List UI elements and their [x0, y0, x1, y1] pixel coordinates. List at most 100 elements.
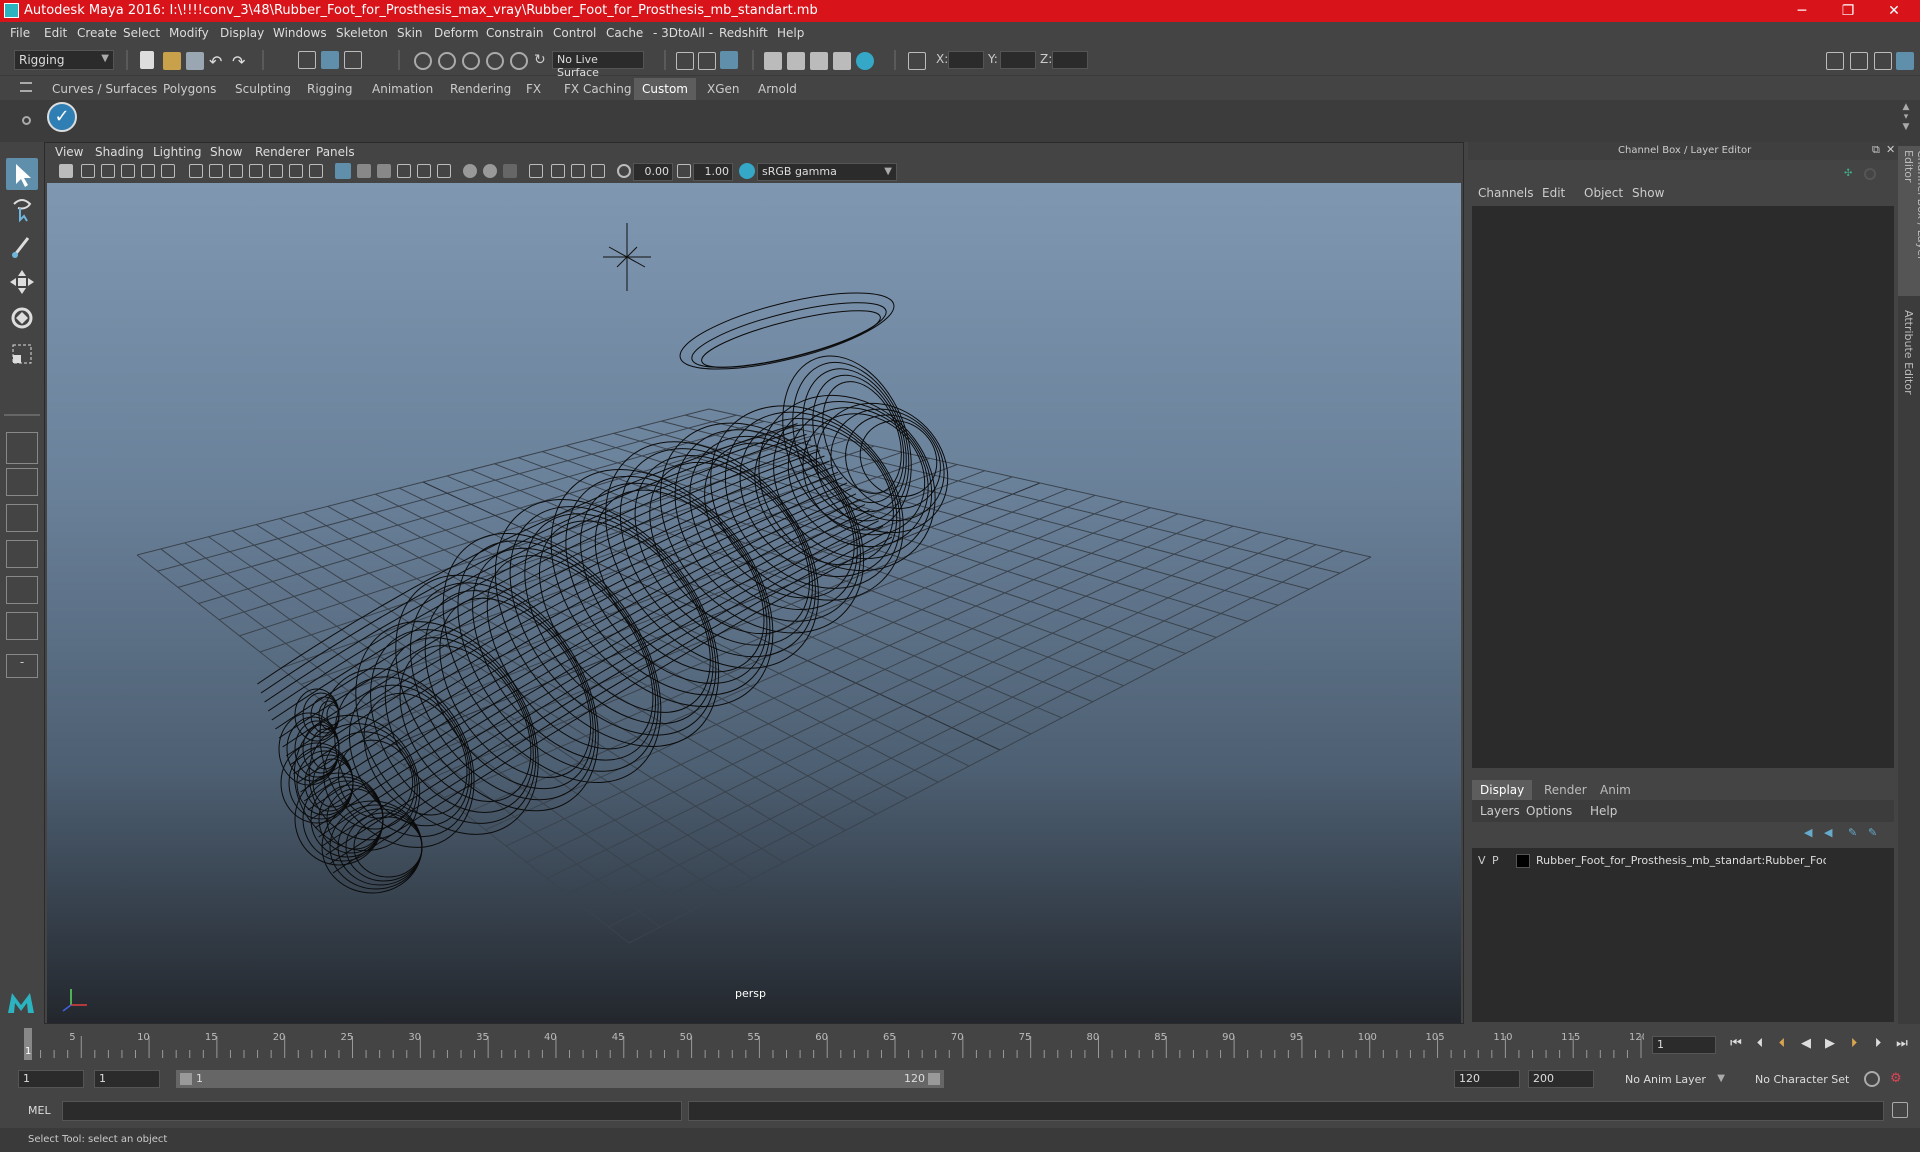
- ipr-render-icon[interactable]: [810, 52, 828, 70]
- move-layer-up-icon[interactable]: ◀: [1804, 826, 1818, 840]
- anti-aliasing-icon[interactable]: [503, 164, 517, 178]
- x-field[interactable]: [948, 51, 984, 69]
- character-set-dropdown[interactable]: No Character Set: [1750, 1070, 1868, 1090]
- construction-history-icon[interactable]: [720, 51, 738, 69]
- tab-anim[interactable]: Anim: [1592, 780, 1639, 800]
- menu-control[interactable]: Control: [553, 26, 596, 40]
- isolate-select-icon[interactable]: [529, 164, 543, 178]
- current-frame-field[interactable]: 1: [1652, 1036, 1716, 1054]
- view-transform-dropdown[interactable]: sRGB gamma ▼: [757, 163, 897, 181]
- menu-object[interactable]: Object: [1584, 186, 1623, 200]
- go-to-end-icon[interactable]: ⏭: [1892, 1036, 1912, 1056]
- anim-layer-dropdown[interactable]: No Anim Layer ▼: [1620, 1070, 1730, 1090]
- redo-icon[interactable]: ↷: [232, 52, 250, 71]
- shelf-scroll-arrows-icon[interactable]: ▲ ▾ ▼: [1900, 102, 1912, 136]
- shelf-tab-fx[interactable]: FX: [518, 78, 549, 100]
- single-perspective-layout-icon[interactable]: [6, 432, 38, 464]
- move-layer-down-icon[interactable]: ◀: [1824, 826, 1838, 840]
- safe-action-icon[interactable]: [289, 164, 303, 178]
- xray-components-icon[interactable]: [591, 164, 605, 178]
- wireframe-icon[interactable]: [335, 163, 351, 179]
- step-back-key-icon[interactable]: ⏴: [1772, 1036, 1792, 1056]
- modeling-toolkit-icon[interactable]: [1826, 52, 1844, 70]
- z-field[interactable]: [1052, 51, 1088, 69]
- new-scene-icon[interactable]: [140, 51, 154, 69]
- tool-settings-toggle-icon[interactable]: [1874, 52, 1892, 70]
- snap-to-curve-icon[interactable]: [438, 52, 456, 70]
- tab-render[interactable]: Render: [1536, 780, 1595, 800]
- shelf-tab-curves-surfaces[interactable]: Curves / Surfaces: [44, 78, 165, 100]
- menu-set-dropdown[interactable]: Rigging ▼: [14, 50, 114, 70]
- layer-visibility-toggle[interactable]: V: [1478, 854, 1486, 867]
- shelf-tab-sculpting[interactable]: Sculpting: [227, 78, 299, 100]
- snap-to-point-icon[interactable]: [462, 52, 480, 70]
- channel-box-toggle-icon[interactable]: [1896, 52, 1914, 70]
- hypershade-icon[interactable]: [856, 52, 874, 70]
- panel-menu-view[interactable]: View: [55, 145, 83, 159]
- layer-color-swatch[interactable]: [1516, 854, 1530, 868]
- render-settings-icon[interactable]: [833, 52, 851, 70]
- menu-skin[interactable]: Skin: [397, 26, 423, 40]
- layer-playback-toggle[interactable]: P: [1492, 854, 1499, 867]
- resolution-gate-icon[interactable]: [229, 164, 243, 178]
- snap-to-grid-icon[interactable]: [414, 52, 432, 70]
- float-panel-icon[interactable]: ⧉: [1872, 143, 1880, 157]
- menu-channels[interactable]: Channels: [1478, 186, 1534, 200]
- menu-edit[interactable]: Edit: [44, 26, 67, 40]
- y-field[interactable]: [1000, 51, 1036, 69]
- go-to-start-icon[interactable]: ⏮: [1726, 1036, 1746, 1056]
- shelf-tab-xgen[interactable]: XGen: [699, 78, 748, 100]
- screen-space-ao-icon[interactable]: [463, 164, 477, 178]
- persp-graph-layout-icon[interactable]: [6, 540, 38, 568]
- exposure-field[interactable]: 0.00: [633, 163, 673, 181]
- menu-show[interactable]: Show: [1632, 186, 1664, 200]
- render-view-icon[interactable]: [764, 52, 782, 70]
- checkmark-icon[interactable]: ✓: [47, 102, 77, 132]
- menu-select[interactable]: Select: [123, 26, 160, 40]
- undo-icon[interactable]: ↶: [209, 52, 227, 71]
- panel-menu-panels[interactable]: Panels: [316, 145, 355, 159]
- field-chart-icon[interactable]: [269, 164, 283, 178]
- menu-3dtoall[interactable]: - 3DtoAll -: [653, 26, 713, 40]
- menu-cache[interactable]: Cache: [606, 26, 643, 40]
- shelf-tab-polygons[interactable]: Polygons: [155, 78, 224, 100]
- render-frame-icon[interactable]: [787, 52, 805, 70]
- shelf-tab-rigging[interactable]: Rigging: [299, 78, 360, 100]
- animation-preferences-icon[interactable]: ⚙: [1890, 1071, 1906, 1087]
- xray-icon[interactable]: [551, 164, 565, 178]
- menu-help[interactable]: Help: [777, 26, 804, 40]
- menu-file[interactable]: File: [10, 26, 30, 40]
- menu-create[interactable]: Create: [77, 26, 117, 40]
- exposure-icon[interactable]: [617, 164, 631, 178]
- maximize-button[interactable]: ❐: [1826, 0, 1870, 22]
- step-back-frame-icon[interactable]: ⏴: [1750, 1036, 1770, 1056]
- menu-options[interactable]: Options: [1526, 804, 1572, 818]
- shelf-settings-icon[interactable]: [22, 116, 31, 125]
- axis-orientation-icon[interactable]: ✣: [1844, 168, 1858, 182]
- lasso-tool-icon[interactable]: [6, 194, 38, 226]
- tab-display[interactable]: Display: [1472, 780, 1533, 800]
- new-layer-from-selected-icon[interactable]: ✎: [1868, 826, 1882, 840]
- snap-to-view-plane-icon[interactable]: [486, 52, 504, 70]
- outliner-persp-layout-icon[interactable]: [6, 612, 38, 640]
- close-button[interactable]: ✕: [1872, 0, 1916, 22]
- menu-modify[interactable]: Modify: [169, 26, 209, 40]
- persp-outliner-layout-icon[interactable]: [6, 504, 38, 532]
- live-surface-field[interactable]: No Live Surface: [552, 51, 644, 79]
- wireframe-on-shaded-icon[interactable]: [377, 164, 391, 178]
- select-by-object-icon[interactable]: [321, 51, 339, 69]
- menu-layer-help[interactable]: Help: [1590, 804, 1617, 818]
- save-scene-icon[interactable]: [186, 52, 204, 70]
- paint-select-tool-icon[interactable]: [6, 230, 38, 262]
- safe-title-icon[interactable]: [309, 164, 323, 178]
- select-by-component-icon[interactable]: [344, 51, 362, 69]
- menu-skeleton[interactable]: Skeleton: [336, 26, 388, 40]
- minimize-button[interactable]: ─: [1780, 0, 1824, 22]
- menu-constrain[interactable]: Constrain: [486, 26, 544, 40]
- persp-hypershade-layout-icon[interactable]: [6, 576, 38, 604]
- menu-redshift[interactable]: Redshift: [719, 26, 768, 40]
- xray-joints-icon[interactable]: [571, 164, 585, 178]
- shelf-tab-custom[interactable]: Custom: [634, 78, 696, 100]
- time-slider[interactable]: 5 10 15 20 25 30 35 40 45 50 55 60 65 70 75 80 85 90 95 100…: [0, 1024, 1920, 1066]
- layer-row[interactable]: V P Rubber_Foot_for_Prosthesis_mb_standa…: [1472, 852, 1894, 870]
